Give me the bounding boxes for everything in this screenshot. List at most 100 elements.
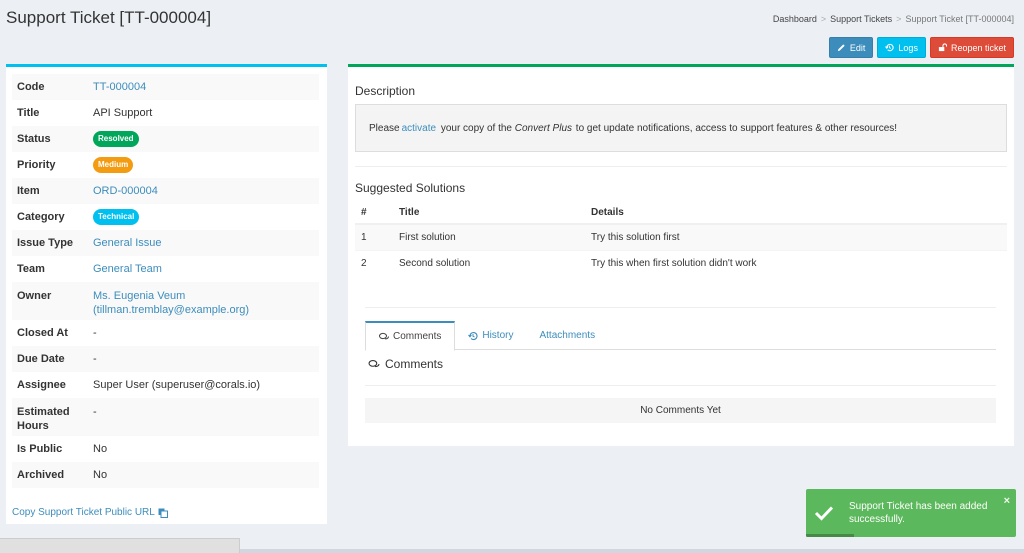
suggested-solutions-title: Suggested Solutions bbox=[355, 181, 466, 195]
detail-label: Priority bbox=[17, 159, 56, 171]
description-callout: Please activate your copy of the Convert… bbox=[355, 104, 1007, 152]
comments-heading-label: Comments bbox=[385, 357, 444, 371]
detail-row-assignee: Assignee Super User (superuser@corals.io… bbox=[12, 372, 319, 398]
edit-button-label: Edit bbox=[849, 42, 866, 53]
detail-label: Category bbox=[17, 211, 65, 223]
owner-email: (tillman.tremblay@example.org) bbox=[93, 304, 250, 316]
copy-public-url-label: Copy Support Ticket Public URL bbox=[12, 507, 155, 518]
solution-details: Try this when first solution didn't work bbox=[585, 249, 1007, 276]
detail-label: Issue Type bbox=[17, 237, 74, 249]
comments-icon bbox=[379, 332, 389, 339]
detail-label: Due Date bbox=[17, 353, 65, 365]
activate-link[interactable]: activate bbox=[402, 123, 436, 134]
detail-label: Owner bbox=[17, 290, 52, 302]
detail-row-is-public: Is Public No bbox=[12, 436, 319, 462]
item-link[interactable]: ORD-000004 bbox=[93, 184, 158, 198]
ticket-tabs: Comments History Attachments bbox=[365, 321, 996, 351]
solution-title: Second solution bbox=[393, 249, 585, 276]
breadcrumb-separator: > bbox=[820, 14, 827, 24]
tab-attachments[interactable]: Attachments bbox=[526, 321, 608, 350]
logs-button[interactable]: Logs bbox=[877, 37, 926, 58]
detail-label: Estimated Hours bbox=[17, 406, 70, 432]
history-icon bbox=[885, 43, 895, 52]
detail-row-closed-at: Closed At - bbox=[12, 320, 319, 346]
issue-type-link[interactable]: General Issue bbox=[93, 236, 161, 250]
status-badge: Resolved bbox=[93, 131, 139, 147]
table-row: 2 Second solution Try this when first so… bbox=[355, 249, 1007, 276]
detail-label: Archived bbox=[17, 469, 65, 481]
estimated-hours-value: - bbox=[93, 406, 97, 418]
column-header-title: Title bbox=[393, 202, 585, 225]
assignee-value: Super User (superuser@corals.io) bbox=[93, 379, 261, 391]
comments-heading: Comments bbox=[368, 357, 443, 371]
section-divider bbox=[355, 166, 1007, 167]
detail-row-estimated-hours: Estimated Hours - bbox=[12, 398, 319, 436]
detail-row-status: Status Resolved bbox=[12, 126, 319, 152]
due-date-value: - bbox=[93, 353, 97, 365]
detail-label: Title bbox=[17, 107, 40, 119]
detail-row-priority: Priority Medium bbox=[12, 152, 319, 178]
comments-icon bbox=[368, 359, 380, 367]
detail-row-due-date: Due Date - bbox=[12, 346, 319, 372]
detail-row-team: Team General Team bbox=[12, 256, 319, 282]
column-header-details: Details bbox=[585, 202, 1007, 225]
breadcrumb-current: Support Ticket [TT-000004] bbox=[905, 14, 1014, 24]
solution-num: 1 bbox=[355, 223, 393, 250]
priority-badge: Medium bbox=[93, 157, 134, 173]
detail-row-item: Item ORD-000004 bbox=[12, 178, 319, 204]
ticket-content-panel: Description Please activate your copy of… bbox=[348, 64, 1014, 446]
description-title: Description bbox=[355, 84, 416, 98]
solution-num: 2 bbox=[355, 249, 393, 276]
tab-history[interactable]: History bbox=[455, 321, 526, 350]
detail-row-code: Code TT-000004 bbox=[12, 74, 319, 100]
copy-public-url-link[interactable]: Copy Support Ticket Public URL bbox=[12, 507, 168, 518]
detail-label: Item bbox=[17, 185, 40, 197]
team-link[interactable]: General Team bbox=[93, 262, 162, 276]
solutions-table: # Title Details 1 First solution Try thi… bbox=[355, 202, 1007, 276]
tab-attachments-label: Attachments bbox=[539, 330, 596, 341]
category-badge: Technical bbox=[93, 209, 140, 225]
ticket-details-table: Code TT-000004 Title API Support Status … bbox=[12, 74, 319, 488]
column-header-num: # bbox=[355, 202, 393, 225]
detail-row-title: Title API Support bbox=[12, 100, 319, 126]
detail-label: Assignee bbox=[17, 379, 66, 391]
unlock-icon bbox=[938, 43, 947, 52]
history-icon bbox=[468, 331, 478, 340]
solution-title: First solution bbox=[393, 223, 585, 250]
copy-icon bbox=[158, 508, 168, 518]
tab-history-label: History bbox=[482, 330, 514, 341]
solution-details: Try this solution first bbox=[585, 223, 1007, 250]
bottom-bar bbox=[0, 538, 240, 553]
breadcrumb-dashboard[interactable]: Dashboard bbox=[773, 14, 817, 24]
detail-row-owner: Owner Ms. Eugenia Veum (tillman.tremblay@… bbox=[12, 282, 319, 320]
detail-label: Code bbox=[17, 81, 45, 93]
page-title: Support Ticket [TT-000004] bbox=[6, 8, 212, 27]
pencil-icon bbox=[837, 44, 845, 52]
ticket-code-link[interactable]: TT-000004 bbox=[93, 80, 146, 94]
solutions-header-row: # Title Details bbox=[355, 202, 1007, 225]
owner-link[interactable]: Ms. Eugenia Veum (tillman.tremblay@exampl… bbox=[93, 289, 249, 317]
archived-value: No bbox=[93, 469, 108, 481]
tab-comments[interactable]: Comments bbox=[365, 321, 456, 351]
success-toast[interactable]: Support Ticket has been added successful… bbox=[806, 489, 1016, 537]
description-post: to get update notifications, access to s… bbox=[573, 122, 898, 134]
detail-label: Team bbox=[17, 263, 45, 275]
ticket-actions: Edit Logs Reopen ticket bbox=[828, 37, 1014, 58]
section-divider bbox=[365, 385, 996, 386]
ticket-details-panel: Code TT-000004 Title API Support Status … bbox=[6, 64, 327, 524]
reopen-ticket-label: Reopen ticket bbox=[950, 42, 1006, 53]
breadcrumb-separator: > bbox=[896, 14, 902, 24]
detail-row-issue-type: Issue Type General Issue bbox=[12, 230, 319, 256]
toast-message: Support Ticket has been added successful… bbox=[849, 501, 988, 525]
breadcrumb: Dashboard > Support Tickets > Support Ticket… bbox=[773, 14, 1014, 24]
detail-label: Is Public bbox=[17, 443, 63, 455]
toast-progress-bar bbox=[806, 534, 854, 537]
toast-close-button[interactable]: × bbox=[1004, 495, 1010, 507]
breadcrumb-support-tickets[interactable]: Support Tickets bbox=[830, 14, 892, 24]
reopen-ticket-button[interactable]: Reopen ticket bbox=[929, 37, 1014, 58]
description-mid: your copy of the bbox=[438, 122, 515, 134]
is-public-value: No bbox=[93, 443, 108, 455]
footer-divider bbox=[240, 549, 1024, 553]
edit-button[interactable]: Edit bbox=[828, 37, 874, 58]
description-pre: Please bbox=[369, 122, 400, 134]
